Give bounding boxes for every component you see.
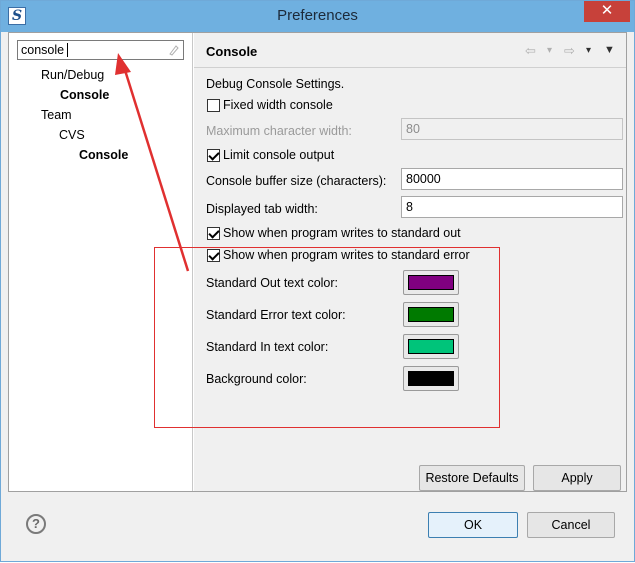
page-title: Console <box>206 44 258 59</box>
fixed-width-checkbox[interactable] <box>207 99 220 112</box>
tab-width-label: Displayed tab width: <box>206 202 318 216</box>
tab-width-field[interactable]: 8 <box>401 196 623 218</box>
eraser-icon[interactable] <box>167 44 179 56</box>
title-bar: S Preferences ✕ <box>1 1 634 32</box>
color-swatch <box>408 307 454 322</box>
view-menu-icon[interactable]: ▼ <box>604 44 615 56</box>
background-color-button[interactable] <box>403 366 459 391</box>
stderr-color-button[interactable] <box>403 302 459 327</box>
buffer-size-label: Console buffer size (characters): <box>206 174 387 188</box>
tree-item-cvs-console[interactable]: Console <box>79 148 128 162</box>
limit-output-label[interactable]: Limit console output <box>223 148 334 162</box>
restore-defaults-button[interactable]: Restore Defaults <box>419 465 525 491</box>
stderr-color-label: Standard Error text color: <box>206 308 346 322</box>
ok-button[interactable]: OK <box>428 512 518 538</box>
close-window-button[interactable]: ✕ <box>584 1 630 22</box>
window-title: Preferences <box>277 7 358 24</box>
color-swatch <box>408 371 454 386</box>
preference-page: Console ⇦ ▾ ⇨ ▾ ▼ Debug Console Settings… <box>194 33 626 491</box>
forward-arrow-icon[interactable]: ⇨ <box>564 43 575 59</box>
apply-button[interactable]: Apply <box>533 465 621 491</box>
background-color-label: Background color: <box>206 372 307 386</box>
back-history-dropdown-icon[interactable]: ▾ <box>547 45 552 56</box>
fixed-width-label[interactable]: Fixed width console <box>223 98 333 112</box>
preferences-window: S Preferences ✕ console Run/Debug Consol… <box>0 0 635 562</box>
stdin-color-label: Standard In text color: <box>206 340 329 354</box>
forward-history-dropdown-icon[interactable]: ▾ <box>586 45 591 56</box>
filter-input[interactable]: console <box>17 40 184 60</box>
tree-item-label: Console <box>58 87 112 103</box>
stdin-color-button[interactable] <box>403 334 459 359</box>
buffer-size-field[interactable]: 80000 <box>401 168 623 190</box>
page-description: Debug Console Settings. <box>206 77 345 91</box>
page-header: Console ⇦ ▾ ⇨ ▾ ▼ <box>194 33 626 68</box>
color-swatch <box>408 339 454 354</box>
show-stdout-checkbox[interactable] <box>207 227 220 240</box>
tree-item-team[interactable]: Team <box>41 108 72 122</box>
back-arrow-icon[interactable]: ⇦ <box>525 43 536 59</box>
text-caret <box>67 43 68 57</box>
cancel-button[interactable]: Cancel <box>527 512 615 538</box>
dialog-content: console Run/Debug Console Team CVS Conso… <box>8 32 627 492</box>
help-icon[interactable]: ? <box>26 514 46 534</box>
max-width-label: Maximum character width: <box>206 124 352 138</box>
filter-input-text: console <box>21 43 65 57</box>
max-width-field[interactable]: 80 <box>401 118 623 140</box>
tree-item-run-debug-console[interactable]: Console <box>58 87 112 103</box>
show-stderr-checkbox[interactable] <box>207 249 220 262</box>
stdout-color-label: Standard Out text color: <box>206 276 339 290</box>
color-swatch <box>408 275 454 290</box>
show-stderr-label[interactable]: Show when program writes to standard err… <box>223 248 470 262</box>
stdout-color-button[interactable] <box>403 270 459 295</box>
limit-output-checkbox[interactable] <box>207 149 220 162</box>
tree-item-cvs[interactable]: CVS <box>59 128 85 142</box>
tree-item-run-debug[interactable]: Run/Debug <box>41 68 104 82</box>
preference-tree-pane: console Run/Debug Console Team CVS Conso… <box>9 33 193 491</box>
show-stdout-label[interactable]: Show when program writes to standard out <box>223 226 461 240</box>
